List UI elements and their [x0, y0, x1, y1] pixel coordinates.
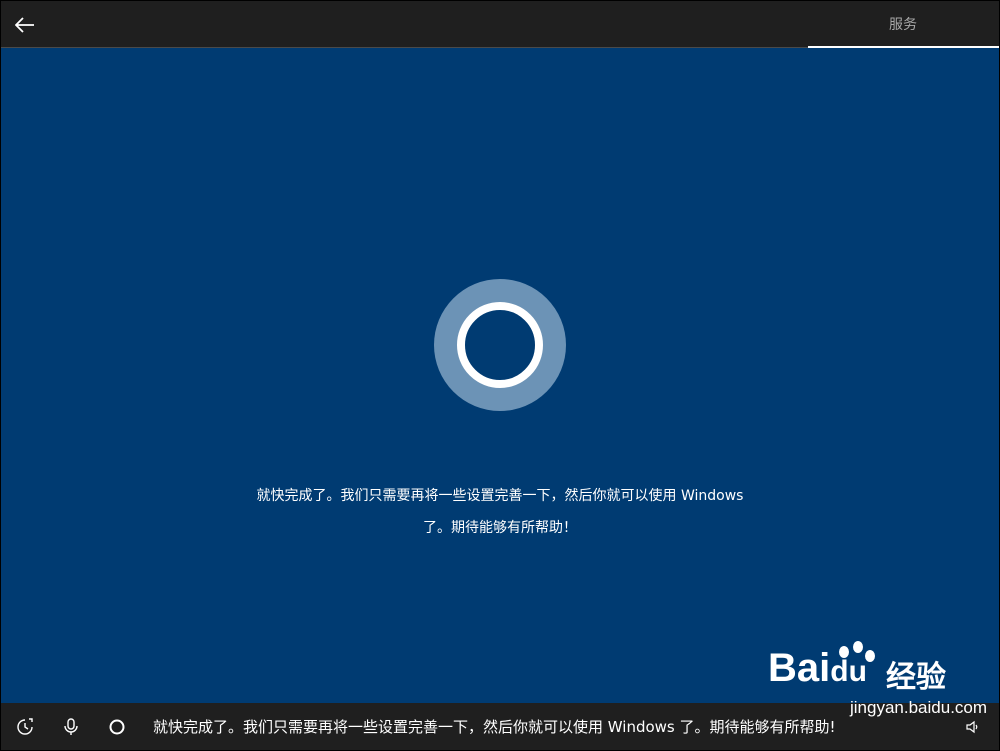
cortana-ring-icon: [434, 279, 566, 411]
setup-main-area: 就快完成了。我们只需要再将一些设置完善一下，然后你就可以使用 Windows 了…: [1, 48, 999, 703]
header-bar: 服务: [1, 1, 999, 47]
ease-of-access-icon: [17, 718, 33, 735]
baidu-watermark: Baidu 经验 jingyan.baidu.com: [768, 640, 987, 725]
cortana-circle-icon: [109, 719, 125, 735]
watermark-url: jingyan.baidu.com: [850, 698, 988, 717]
watermark-brand-cn: 经验: [886, 660, 946, 695]
microphone-button[interactable]: [61, 717, 81, 737]
message-line-2: 了。期待能够有所帮助！: [423, 520, 577, 536]
speech-caption: 就快完成了。我们只需要再将一些设置完善一下，然后你就可以使用 Windows 了…: [153, 718, 836, 736]
cortana-button[interactable]: [107, 717, 127, 737]
cortana-ring-inner: [457, 302, 543, 388]
section-tab-services[interactable]: 服务: [808, 1, 998, 47]
baidu-paw-icon: [839, 641, 875, 662]
setup-message: 就快完成了。我们只需要再将一些设置完善一下，然后你就可以使用 Windows 了…: [201, 480, 799, 544]
message-line-1: 就快完成了。我们只需要再将一些设置完善一下，然后你就可以使用 Windows: [256, 488, 744, 504]
ease-of-access-button[interactable]: [15, 717, 35, 737]
back-arrow-icon: [15, 17, 34, 33]
back-button[interactable]: [9, 9, 41, 41]
microphone-icon: [64, 718, 78, 735]
